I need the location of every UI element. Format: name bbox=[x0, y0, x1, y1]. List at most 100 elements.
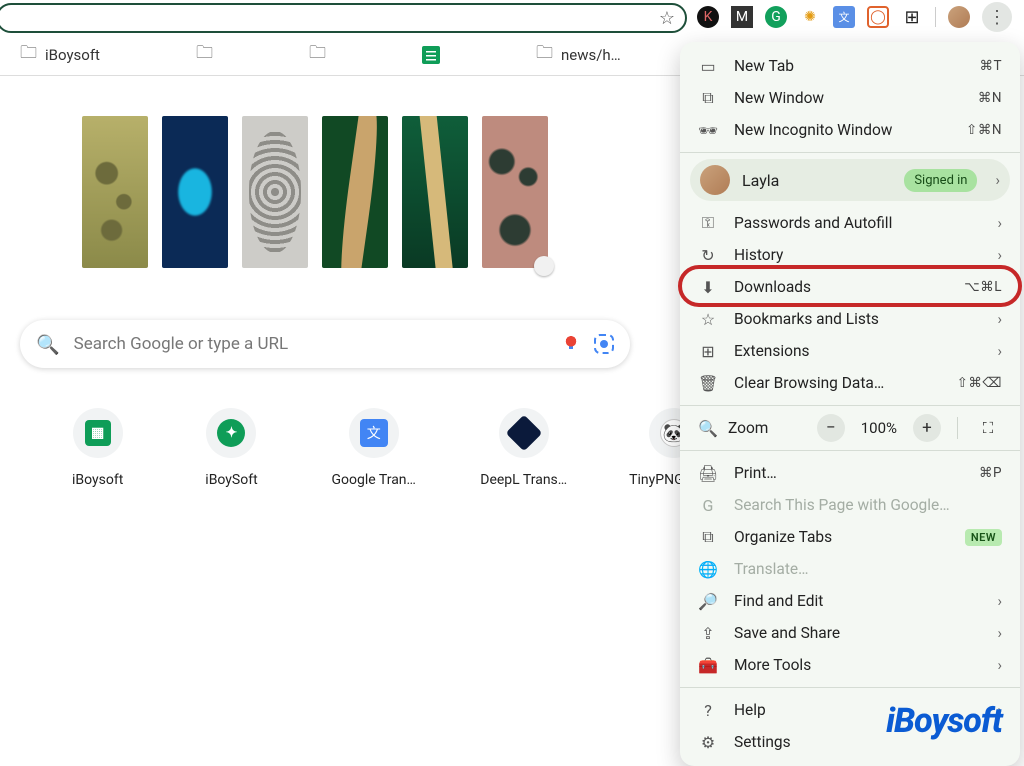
divider bbox=[957, 417, 958, 439]
download-icon: ⬇ bbox=[698, 278, 718, 297]
bookmark-folder-2[interactable]: 🗀 bbox=[196, 40, 213, 69]
menu-extensions[interactable]: ⊞ Extensions › bbox=[680, 335, 1020, 367]
ext-icon-o[interactable]: ◯ bbox=[867, 6, 889, 28]
menu-new-window[interactable]: ⧉ New Window ⌘N bbox=[680, 82, 1020, 114]
shortcut-google-translate[interactable]: Google Tran… bbox=[340, 408, 408, 488]
menu-clear-data[interactable]: 🗑 Clear Browsing Data… ⇧⌘⌫ bbox=[680, 367, 1020, 399]
chevron-right-icon: › bbox=[997, 342, 1002, 360]
zoom-value: 100% bbox=[855, 419, 903, 437]
ext-icon-grammarly[interactable]: G bbox=[765, 6, 787, 28]
menu-label: More Tools bbox=[734, 656, 981, 674]
zoom-out-button[interactable]: − bbox=[817, 414, 845, 442]
chevron-right-icon: › bbox=[997, 592, 1002, 610]
new-badge: NEW bbox=[965, 529, 1002, 546]
search-box[interactable]: 🔍 Search Google or type a URL bbox=[20, 320, 630, 368]
bookmark-sheets[interactable] bbox=[422, 46, 440, 64]
profile-name: Layla bbox=[742, 171, 892, 190]
menu-organize-tabs[interactable]: ⧉ Organize Tabs NEW bbox=[680, 521, 1020, 553]
menu-find[interactable]: 🔎 Find and Edit › bbox=[680, 585, 1020, 617]
profile-avatar-toolbar[interactable] bbox=[948, 6, 970, 28]
star-icon[interactable]: ☆ bbox=[659, 8, 675, 29]
shortcut-iboysoft-1[interactable]: ▦ iBoysoft bbox=[72, 408, 123, 488]
doodle-image-strip[interactable] bbox=[10, 116, 548, 268]
menu-label: Translate… bbox=[734, 560, 1002, 578]
menu-shortcut: ⇧⌘⌫ bbox=[957, 375, 1002, 391]
menu-passwords[interactable]: ⚿ Passwords and Autofill › bbox=[680, 207, 1020, 239]
google-lens-icon[interactable] bbox=[594, 334, 614, 354]
watermark: iBoysoft bbox=[886, 701, 1002, 741]
shortcut-favicon bbox=[360, 419, 388, 447]
search-placeholder: Search Google or type a URL bbox=[74, 334, 289, 354]
ext-icon-translate[interactable]: 文 bbox=[833, 6, 855, 28]
menu-label: Clear Browsing Data… bbox=[734, 374, 941, 392]
doodle-tile bbox=[162, 116, 228, 268]
bookmark-label: news/h… bbox=[561, 46, 621, 64]
menu-new-tab[interactable]: ▭ New Tab ⌘T bbox=[680, 50, 1020, 82]
folder-icon: 🗀 bbox=[536, 40, 553, 69]
address-input[interactable] bbox=[8, 9, 659, 27]
menu-profile[interactable]: Layla Signed in › bbox=[690, 159, 1010, 201]
chevron-right-icon: › bbox=[997, 656, 1002, 674]
incognito-icon: 🕶 bbox=[698, 121, 718, 140]
menu-save-share[interactable]: ⇪ Save and Share › bbox=[680, 617, 1020, 649]
menu-shortcut: ⌘P bbox=[979, 465, 1002, 481]
folder-icon: 🗀 bbox=[309, 40, 326, 69]
chevron-right-icon: › bbox=[997, 214, 1002, 232]
menu-more-tools[interactable]: 🧰 More Tools › bbox=[680, 649, 1020, 681]
doodle-tile bbox=[482, 116, 548, 268]
doodle-tile bbox=[402, 116, 468, 268]
menu-label: Downloads bbox=[734, 278, 948, 296]
menu-shortcut: ⌘T bbox=[979, 58, 1002, 74]
menu-label: Extensions bbox=[734, 342, 981, 360]
google-g-icon: G bbox=[698, 496, 718, 515]
zoom-in-button[interactable]: + bbox=[913, 414, 941, 442]
print-icon: 🖨 bbox=[698, 464, 718, 483]
sheets-icon bbox=[422, 46, 440, 64]
menu-bookmarks[interactable]: ☆ Bookmarks and Lists › bbox=[680, 303, 1020, 335]
menu-history[interactable]: ↻ History › bbox=[680, 239, 1020, 271]
zoom-icon: 🔍 bbox=[698, 419, 718, 438]
menu-label: Find and Edit bbox=[734, 592, 981, 610]
voice-search-icon[interactable] bbox=[562, 335, 580, 353]
bookmark-folder-3[interactable]: 🗀 bbox=[309, 40, 326, 69]
menu-search-this-page: G Search This Page with Google… bbox=[680, 489, 1020, 521]
toolbar-divider bbox=[935, 7, 936, 27]
bookmark-news[interactable]: 🗀 news/h… bbox=[536, 40, 621, 69]
menu-print[interactable]: 🖨 Print… ⌘P bbox=[680, 457, 1020, 489]
menu-label: Bookmarks and Lists bbox=[734, 310, 981, 328]
signed-in-badge: Signed in bbox=[904, 169, 977, 192]
menu-shortcut: ⇧⌘N bbox=[966, 122, 1002, 138]
shortcut-favicon: ✦ bbox=[217, 419, 245, 447]
folder-icon: 🗀 bbox=[196, 40, 213, 69]
save-icon: ⇪ bbox=[698, 624, 718, 643]
profile-avatar-icon bbox=[700, 165, 730, 195]
share-doodle-icon[interactable] bbox=[534, 256, 554, 276]
menu-label: Search This Page with Google… bbox=[734, 496, 1002, 514]
new-tab-icon: ▭ bbox=[698, 57, 718, 76]
shortcut-deepl[interactable]: DeepL Trans… bbox=[490, 408, 558, 488]
star-outline-icon: ☆ bbox=[698, 310, 718, 329]
ntp-shortcuts: ▦ iBoysoft ✦ iBoySoft Google Tran… DeepL… bbox=[10, 368, 650, 488]
extensions-puzzle-icon[interactable]: ⊞ bbox=[901, 6, 923, 28]
menu-incognito[interactable]: 🕶 New Incognito Window ⇧⌘N bbox=[680, 114, 1020, 146]
shortcut-label: iBoySoft bbox=[205, 472, 257, 488]
chevron-right-icon: › bbox=[997, 624, 1002, 642]
chevron-right-icon: › bbox=[997, 246, 1002, 264]
menu-downloads[interactable]: ⬇ Downloads ⌥⌘L bbox=[680, 271, 1020, 303]
menu-label: Passwords and Autofill bbox=[734, 214, 981, 232]
ext-icon-k[interactable]: K bbox=[697, 6, 719, 28]
address-bar[interactable]: ☆ bbox=[0, 3, 687, 33]
menu-shortcut: ⌘N bbox=[978, 90, 1002, 106]
chevron-right-icon: › bbox=[989, 171, 1000, 189]
toolbar: ☆ K M G ✺ 文 ◯ ⊞ ⋮ bbox=[0, 0, 1024, 34]
bookmark-iboysoft[interactable]: 🗀iBoysoft bbox=[20, 40, 100, 69]
menu-label: Organize Tabs bbox=[734, 528, 949, 546]
menu-label: Print… bbox=[734, 464, 963, 482]
ext-icon-m[interactable]: M bbox=[731, 6, 753, 28]
ext-icon-sg[interactable]: ✺ bbox=[799, 6, 821, 28]
fullscreen-button[interactable]: ⛶ bbox=[974, 414, 1002, 442]
shortcut-favicon: ▦ bbox=[85, 420, 111, 446]
shortcut-iboysoft-2[interactable]: ✦ iBoySoft bbox=[205, 408, 257, 488]
doodle-tile bbox=[322, 116, 388, 268]
chrome-menu-button[interactable]: ⋮ bbox=[982, 2, 1012, 32]
